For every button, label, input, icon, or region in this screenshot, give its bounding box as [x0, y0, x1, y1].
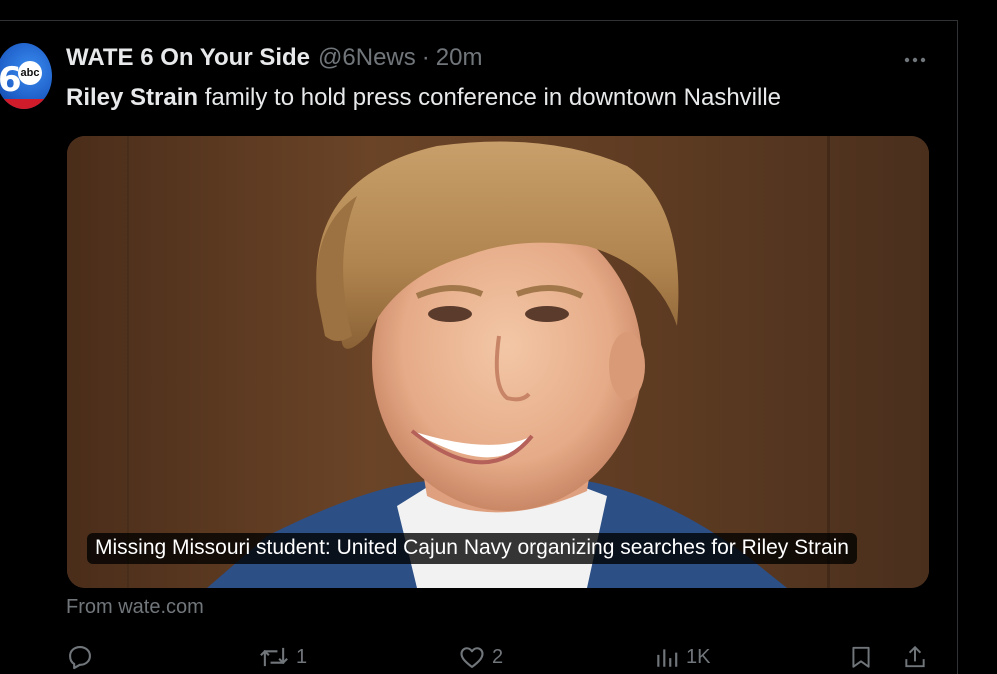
action-bar: 1 2 1K	[0, 640, 958, 674]
avatar-network-logo: abc	[18, 61, 42, 85]
right-divider	[957, 20, 958, 674]
link-card-image[interactable]: Missing Missouri student: United Cajun N…	[67, 136, 929, 588]
like-count: 2	[492, 645, 504, 668]
avatar[interactable]: 6 abc	[0, 43, 52, 109]
tweet-header: WATE 6 On Your Side @6News · 20m	[66, 44, 482, 78]
header-separator: ·	[421, 44, 430, 71]
more-horizontal-icon	[904, 57, 926, 63]
like-button[interactable]: 2	[458, 640, 503, 674]
reply-button[interactable]	[66, 640, 100, 674]
tweet-timestamp[interactable]: 20m	[436, 44, 483, 72]
avatar-stripe	[0, 99, 52, 109]
retweet-button[interactable]: 1	[258, 640, 307, 674]
share-icon	[905, 645, 925, 668]
tweet-text-rest: family to hold press conference in downt…	[198, 84, 782, 111]
card-source[interactable]: From wate.com	[66, 596, 204, 619]
more-options-button[interactable]	[898, 46, 932, 74]
views-chart-icon	[657, 649, 678, 667]
heart-icon	[460, 647, 484, 668]
card-photo	[67, 136, 929, 588]
bookmark-icon	[852, 646, 870, 668]
tweet-text: Riley Strain family to hold press confer…	[66, 84, 781, 112]
views-count: 1K	[686, 645, 711, 668]
card-caption: Missing Missouri student: United Cajun N…	[87, 533, 857, 564]
bookmark-button[interactable]	[848, 640, 874, 674]
retweet-count: 1	[296, 645, 308, 668]
author-name[interactable]: WATE 6 On Your Side	[66, 44, 310, 72]
top-divider	[0, 20, 958, 21]
retweet-icon	[260, 647, 288, 667]
views-button[interactable]: 1K	[654, 640, 710, 674]
tweet-text-bold: Riley Strain	[66, 84, 199, 111]
reply-icon	[69, 646, 91, 670]
share-button[interactable]	[902, 640, 928, 674]
tweet-screenshot: 6 abc WATE 6 On Your Side @6News · 20m R…	[0, 0, 997, 674]
author-handle[interactable]: @6News	[318, 44, 416, 72]
